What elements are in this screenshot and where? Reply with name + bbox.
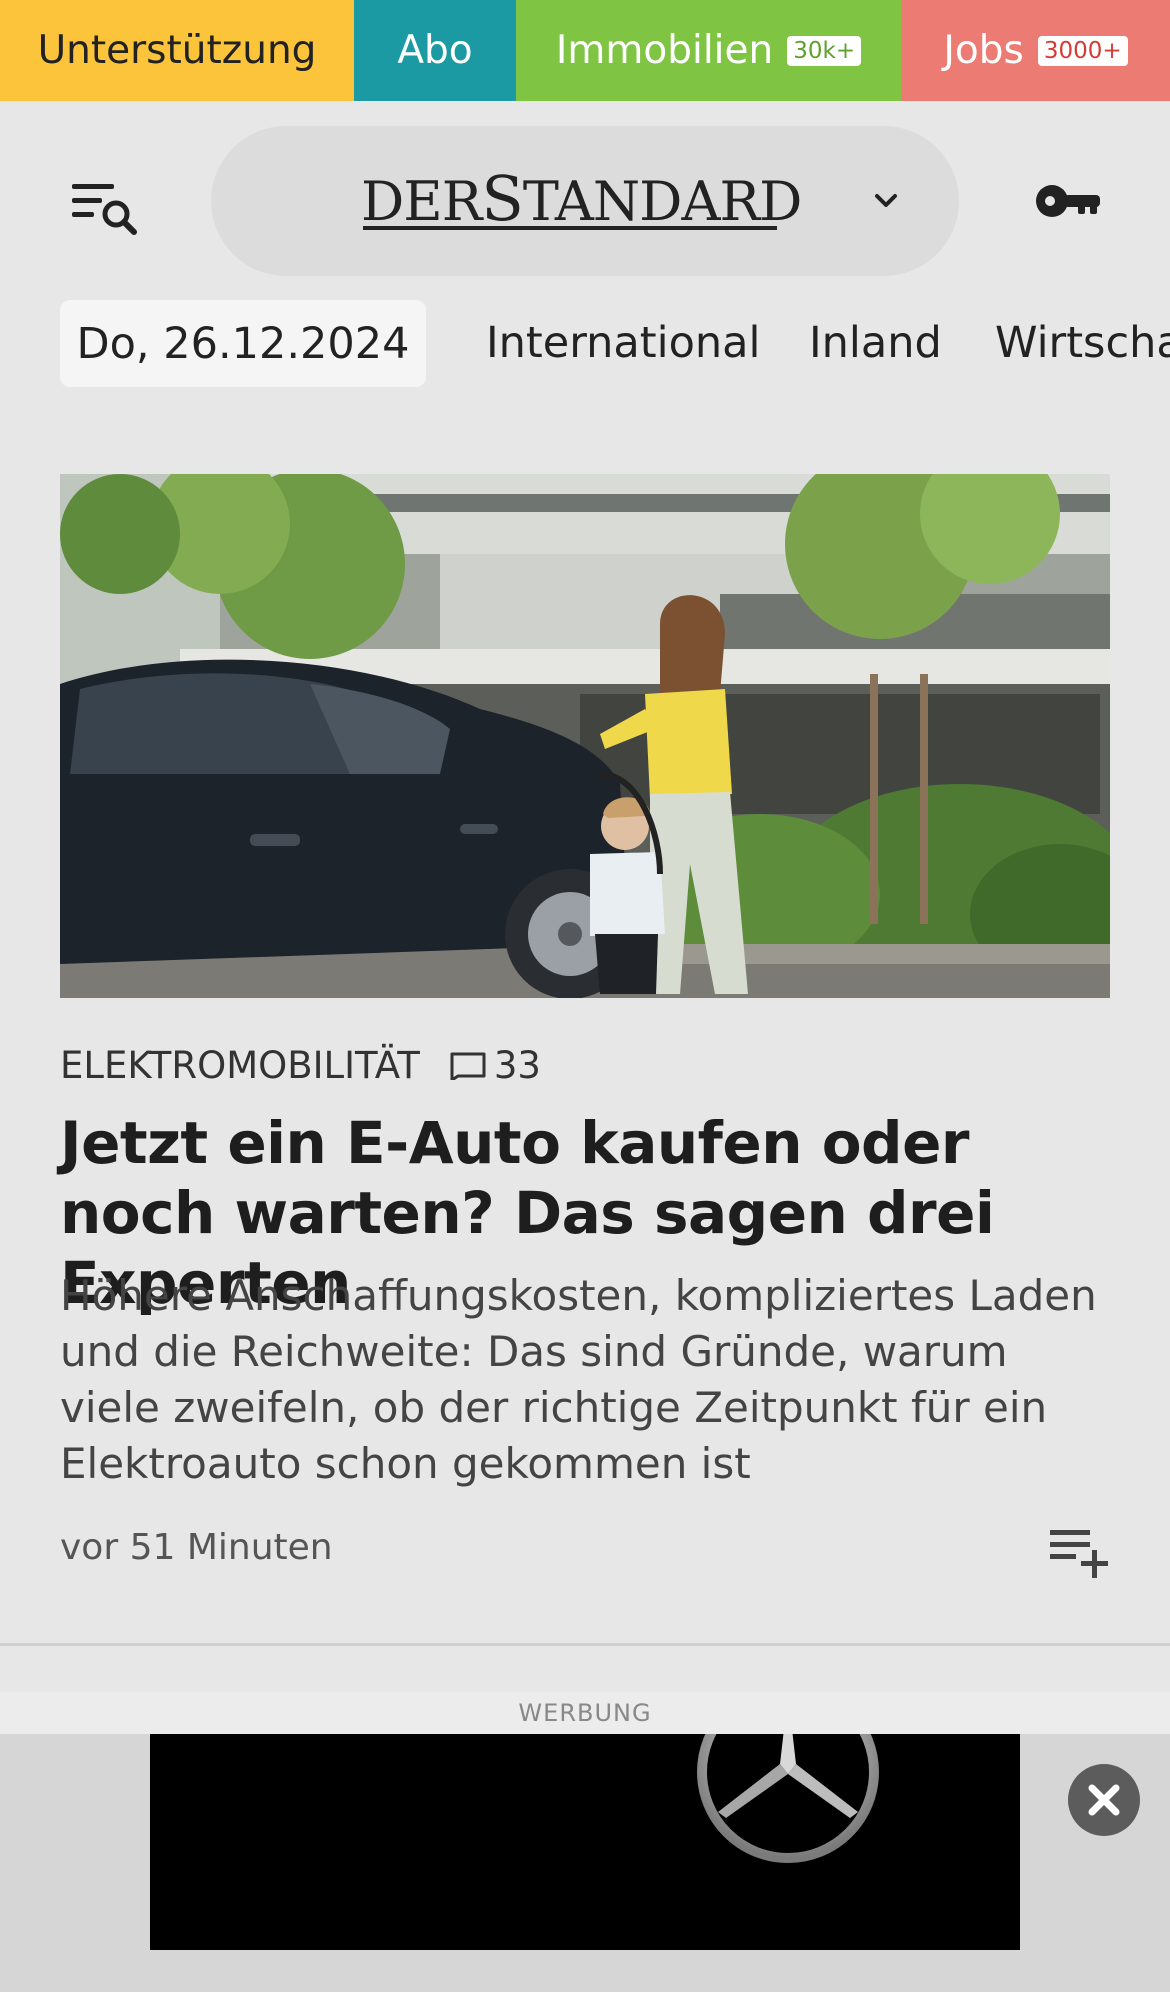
add-to-reading-list-button[interactable]: [1048, 1526, 1110, 1578]
section-divider: [0, 1643, 1170, 1646]
nav-item-international[interactable]: International: [486, 300, 760, 387]
article-kicker-row: ELEKTROMOBILITÄT 33: [60, 1040, 541, 1090]
article-kicker[interactable]: ELEKTROMOBILITÄT: [60, 1044, 420, 1087]
jobs-count-badge: 3000+: [1037, 35, 1128, 66]
ad-banner-area: [0, 1734, 1170, 1992]
nav-item-wirtschaft[interactable]: Wirtschaft: [995, 300, 1170, 387]
abo-label: Abo: [397, 28, 473, 73]
logo-part-s: S: [481, 162, 523, 235]
comment-count[interactable]: 33: [494, 1044, 541, 1087]
ad-label: WERBUNG: [518, 1699, 652, 1727]
ad-label-bar: WERBUNG: [0, 1692, 1170, 1734]
support-link[interactable]: Unterstützung: [0, 0, 354, 101]
article-lead[interactable]: Höhere Anschaffungskosten, kompliziertes…: [60, 1268, 1120, 1492]
mercedes-star-logo: [697, 1734, 879, 1863]
logo: DERSTANDARD: [361, 162, 802, 235]
close-icon: [1088, 1784, 1120, 1816]
article-image[interactable]: [60, 474, 1110, 998]
date-chip: Do, 26.12.2024: [60, 300, 426, 387]
login-button[interactable]: [1034, 176, 1104, 226]
playlist-add-icon: [1050, 1530, 1108, 1578]
service-bar: Unterstützung Abo Immobilien 30k+ Jobs 3…: [0, 0, 1170, 101]
abo-link[interactable]: Abo: [354, 0, 516, 101]
immobilien-link[interactable]: Immobilien 30k+: [516, 0, 901, 101]
key-icon: [1036, 185, 1100, 217]
comment-icon: [450, 1052, 486, 1080]
article-timestamp: vor 51 Minuten: [60, 1527, 333, 1568]
ad-creative[interactable]: [150, 1734, 1020, 1950]
chevron-down-icon: [875, 194, 897, 207]
article-photo: [60, 474, 1110, 998]
logo-part-tandard: TANDARD: [522, 170, 803, 233]
nav-item-inland[interactable]: Inland: [809, 300, 942, 387]
support-label: Unterstützung: [37, 28, 317, 73]
logo-part-der: DER: [361, 170, 482, 233]
jobs-label: Jobs: [943, 28, 1024, 73]
section-nav: Do, 26.12.2024 International Inland Wirt…: [0, 300, 1170, 388]
logo-underline: [363, 226, 777, 230]
menu-search-icon: [72, 184, 137, 235]
menu-search-button[interactable]: [70, 176, 140, 242]
immobilien-count-badge: 30k+: [787, 35, 862, 66]
logo-edition-selector[interactable]: DERSTANDARD: [211, 126, 959, 276]
jobs-link[interactable]: Jobs 3000+: [901, 0, 1170, 101]
ad-close-button[interactable]: [1068, 1764, 1140, 1836]
immobilien-label: Immobilien: [555, 28, 774, 73]
